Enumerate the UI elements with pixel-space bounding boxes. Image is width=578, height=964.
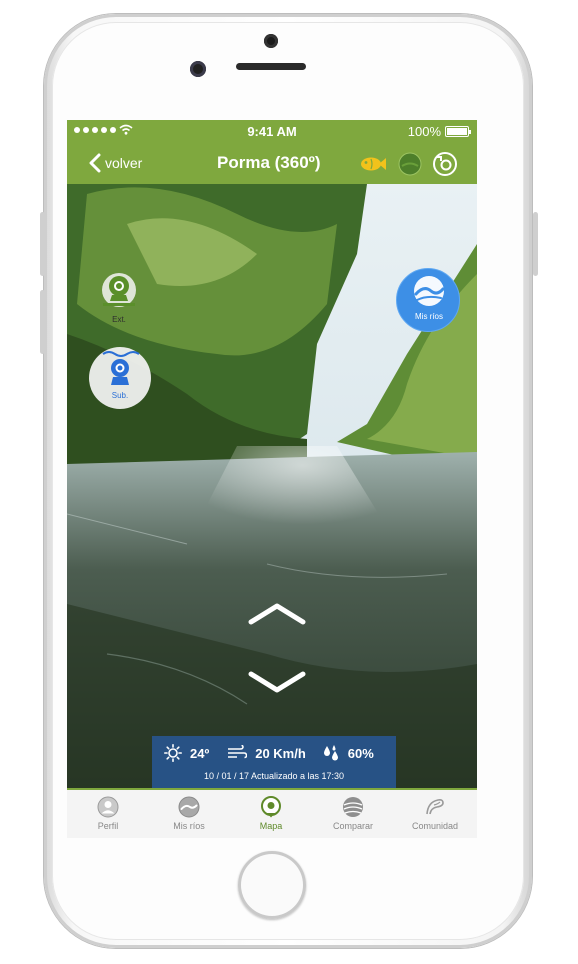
- tab-mapa-label: Mapa: [259, 821, 283, 831]
- tab-perfil[interactable]: Perfil: [74, 794, 142, 831]
- mis-rios-label: Mis ríos: [415, 312, 443, 321]
- front-camera: [190, 61, 206, 77]
- updated-timestamp: 10 / 01 / 17 Actualizado a las 17:30: [203, 771, 345, 781]
- user-icon: [97, 796, 119, 818]
- top-sensor: [264, 34, 278, 48]
- camera-360-icon[interactable]: [431, 151, 459, 177]
- community-icon: [426, 799, 444, 815]
- tab-perfil-label: Perfil: [97, 821, 119, 831]
- wind-icon: [228, 745, 248, 759]
- humidity-value: 60%: [347, 745, 374, 761]
- temperature-value: 24º: [190, 745, 210, 761]
- weather-info-panel: 24º 20 Km/h 60% 10 / 01 / 17 Actualizado…: [152, 736, 396, 788]
- tab-comparar-label: Comparar: [332, 821, 373, 831]
- sun-icon: [164, 744, 182, 762]
- volume-down-button: [40, 290, 45, 354]
- back-button[interactable]: volver: [89, 153, 142, 173]
- globe-icon: [343, 797, 363, 817]
- underwater-camera-button[interactable]: Sub.: [89, 347, 151, 409]
- tab-bar: Perfil Mis ríos Mapa Comparar Comunidad: [67, 788, 477, 838]
- tab-comunidad-label: Comunidad: [411, 821, 459, 831]
- navigation-bar: volver Porma (360º): [67, 144, 477, 184]
- earpiece-speaker: [236, 63, 306, 70]
- mis-rios-button[interactable]: Mis ríos: [396, 268, 460, 332]
- webcam-icon: [102, 273, 136, 307]
- chevron-down-icon[interactable]: [245, 668, 309, 698]
- back-label: volver: [105, 155, 143, 171]
- tab-mapa[interactable]: Mapa: [237, 794, 305, 831]
- chevron-up-icon[interactable]: [245, 598, 309, 628]
- exterior-label: Ext.: [112, 315, 126, 324]
- battery-icon: [445, 126, 471, 137]
- river-icon: [178, 796, 200, 818]
- wind-value: 20 Km/h: [255, 745, 306, 761]
- home-button[interactable]: [238, 851, 306, 919]
- river-photo-icon[interactable]: [396, 151, 424, 177]
- chevron-left-icon: [89, 153, 101, 173]
- tab-mis-rios[interactable]: Mis ríos: [155, 794, 223, 831]
- tab-comparar[interactable]: Comparar: [319, 794, 387, 831]
- screen: 9:41 AM 100% volver Porma (360º) Ext. Su…: [67, 120, 477, 838]
- underwater-label: Sub.: [111, 391, 129, 400]
- underwater-webcam-icon: [102, 351, 140, 385]
- page-title: Porma (360º): [217, 153, 321, 172]
- tab-comunidad[interactable]: Comunidad: [401, 794, 469, 831]
- fish-icon[interactable]: [359, 151, 387, 177]
- exterior-camera-button[interactable]: Ext.: [97, 269, 141, 327]
- status-bar: 9:41 AM 100%: [67, 120, 477, 144]
- river-icon: [414, 276, 445, 306]
- volume-up-button: [40, 212, 45, 276]
- battery-percent: 100%: [407, 124, 441, 139]
- panorama-360-view[interactable]: Ext. Sub. Mis ríos 24º 20 Km/h 60% 10 / …: [67, 184, 477, 788]
- humidity-icon: [323, 745, 338, 761]
- tab-mis-rios-label: Mis ríos: [173, 821, 205, 831]
- map-pin-icon: [261, 796, 281, 818]
- power-button: [533, 212, 538, 276]
